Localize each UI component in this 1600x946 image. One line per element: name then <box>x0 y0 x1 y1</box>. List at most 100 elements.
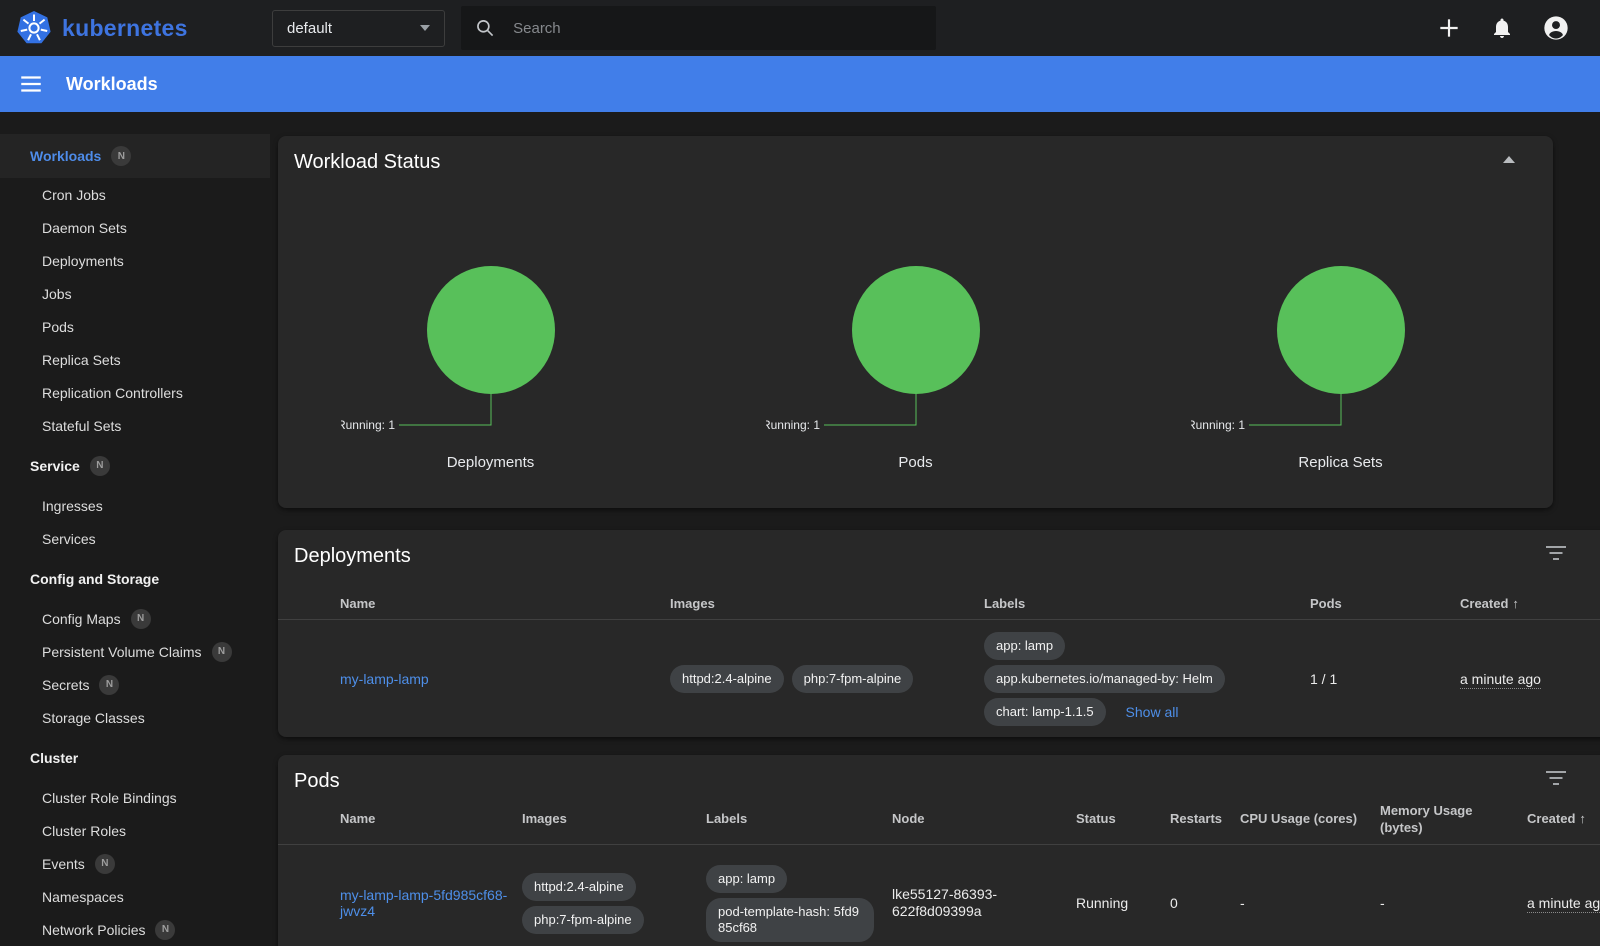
cpu-usage-cell: - <box>1240 895 1380 911</box>
column-images[interactable]: Images <box>522 810 706 827</box>
column-status[interactable]: Status <box>1076 810 1170 827</box>
triangle-up-icon <box>1503 156 1515 163</box>
sidebar-item-services[interactable]: Services <box>0 522 270 555</box>
search-bar[interactable] <box>461 6 936 50</box>
card-title: Workload Status <box>278 136 1553 174</box>
column-name[interactable]: Name <box>340 810 522 827</box>
sort-ascending-icon: ↑ <box>1512 596 1519 611</box>
deployments-card: Deployments Name Images Labels Pods Crea… <box>278 530 1600 737</box>
sidebar-item-stateful-sets[interactable]: Stateful Sets <box>0 409 270 442</box>
pie-chart-svg: Running: 1 <box>1191 258 1491 444</box>
created-value: a minute ago <box>1460 671 1541 689</box>
sidebar-item-replication-controllers[interactable]: Replication Controllers <box>0 376 270 409</box>
pie-legend: Running: 1 <box>1191 418 1245 432</box>
pie-chart-svg: Running: 1 <box>341 258 641 444</box>
name-cell: my-lamp-lamp-5fd985cf68-jwvz4 <box>340 887 522 919</box>
workload-status-card: Workload Status Running: 1 Deployments <box>278 136 1553 508</box>
column-labels[interactable]: Labels <box>706 810 892 827</box>
card-title: Deployments <box>278 530 1600 568</box>
deployment-name-link[interactable]: my-lamp-lamp <box>340 671 429 687</box>
brand: kubernetes <box>16 10 272 46</box>
kubernetes-logo-icon <box>16 10 52 46</box>
sidebar-item-ingresses[interactable]: Ingresses <box>0 489 270 522</box>
sidebar-item-storage-classes[interactable]: Storage Classes <box>0 701 270 734</box>
account-button[interactable] <box>1542 14 1570 42</box>
sidebar-item-cluster[interactable]: Cluster <box>0 741 270 774</box>
column-name[interactable]: Name <box>340 595 670 612</box>
memory-usage-cell: - <box>1380 895 1527 911</box>
label-chip: app.kubernetes.io/managed-by: Helm <box>984 665 1225 693</box>
sidebar-item-cron-jobs[interactable]: Cron Jobs <box>0 178 270 211</box>
pods-pie-chart: Running: 1 Pods <box>703 258 1128 471</box>
sidebar-item-secrets[interactable]: Secrets N <box>0 668 270 701</box>
pie-chart-svg: Running: 1 <box>766 258 1066 444</box>
sidebar-item-workloads[interactable]: Workloads N <box>0 134 270 178</box>
show-all-link[interactable]: Show all <box>1126 704 1179 720</box>
sidebar-item-daemon-sets[interactable]: Daemon Sets <box>0 211 270 244</box>
collapse-card-button[interactable] <box>1503 156 1515 163</box>
sidebar-item-config-and-storage[interactable]: Config and Storage <box>0 562 270 595</box>
sidebar-item-namespaces[interactable]: Namespaces <box>0 880 270 913</box>
sidebar-item-jobs[interactable]: Jobs <box>0 277 270 310</box>
column-node[interactable]: Node <box>892 810 1076 827</box>
new-badge: N <box>95 854 115 874</box>
plus-icon <box>1436 15 1462 41</box>
images-cell: httpd:2.4-alpine php:7-fpm-alpine <box>522 873 706 934</box>
chart-title: Pods <box>898 454 932 471</box>
sidebar-item-pods[interactable]: Pods <box>0 310 270 343</box>
column-labels[interactable]: Labels <box>984 595 1310 612</box>
sidebar-item-config-maps[interactable]: Config Maps N <box>0 602 270 635</box>
column-memory-usage[interactable]: Memory Usage (bytes) <box>1380 802 1527 836</box>
app-header: kubernetes default <box>0 0 1600 56</box>
chart-title: Replica Sets <box>1298 454 1382 471</box>
new-badge: N <box>111 146 131 166</box>
new-badge: N <box>131 609 151 629</box>
images-cell: httpd:2.4-alpine php:7-fpm-alpine <box>670 665 984 693</box>
status-cell <box>278 671 340 687</box>
new-badge: N <box>99 675 119 695</box>
notifications-button[interactable] <box>1490 16 1514 40</box>
new-badge: N <box>212 642 232 662</box>
column-pods[interactable]: Pods <box>1310 595 1460 612</box>
search-input[interactable] <box>513 20 922 37</box>
label-chip: pod-template-hash: 5fd985cf68 <box>706 898 874 942</box>
pie-legend: Running: 1 <box>341 418 395 432</box>
pods-card: Pods Name Images Labels Node Status Rest… <box>278 755 1600 946</box>
label-chip: app: lamp <box>984 632 1065 660</box>
sidebar: Workloads N Cron Jobs Daemon Sets Deploy… <box>0 112 270 946</box>
sidebar-item-service[interactable]: Service N <box>0 449 270 482</box>
column-cpu-usage[interactable]: CPU Usage (cores) <box>1240 810 1380 827</box>
sidebar-item-persistent-volume-claims[interactable]: Persistent Volume Claims N <box>0 635 270 668</box>
page-title: Workloads <box>66 74 158 95</box>
namespace-value: default <box>287 20 332 37</box>
node-cell: lke55127-86393-622f8d09399a <box>892 886 1064 920</box>
menu-button[interactable] <box>18 71 44 97</box>
status-cell <box>278 895 340 911</box>
hamburger-icon <box>18 71 44 97</box>
column-restarts[interactable]: Restarts <box>1170 810 1240 827</box>
pod-name-link[interactable]: my-lamp-lamp-5fd985cf68-jwvz4 <box>340 887 507 919</box>
sidebar-item-events[interactable]: Events N <box>0 847 270 880</box>
created-cell: a minute ago <box>1460 671 1600 687</box>
column-images[interactable]: Images <box>670 595 984 612</box>
sidebar-item-cluster-roles[interactable]: Cluster Roles <box>0 814 270 847</box>
image-chip: php:7-fpm-alpine <box>792 665 914 693</box>
name-cell: my-lamp-lamp <box>340 671 670 687</box>
namespace-selector[interactable]: default <box>272 10 445 47</box>
filter-button[interactable] <box>1546 546 1566 563</box>
sidebar-item-replica-sets[interactable]: Replica Sets <box>0 343 270 376</box>
deployments-table-header: Name Images Labels Pods Created↑ <box>278 588 1600 620</box>
sidebar-item-cluster-role-bindings[interactable]: Cluster Role Bindings <box>0 781 270 814</box>
column-created[interactable]: Created↑ <box>1460 595 1600 612</box>
label-chip: chart: lamp-1.1.5 <box>984 698 1106 726</box>
chevron-down-icon <box>420 25 430 31</box>
sidebar-item-network-policies[interactable]: Network Policies N <box>0 913 270 946</box>
image-chip: httpd:2.4-alpine <box>522 873 636 901</box>
column-created[interactable]: Created↑ <box>1527 810 1600 827</box>
created-value: a minute ago <box>1527 895 1600 913</box>
pie-legend: Running: 1 <box>766 418 820 432</box>
sidebar-item-deployments[interactable]: Deployments <box>0 244 270 277</box>
filter-button[interactable] <box>1546 771 1566 788</box>
new-badge: N <box>90 456 110 476</box>
create-button[interactable] <box>1436 15 1462 41</box>
